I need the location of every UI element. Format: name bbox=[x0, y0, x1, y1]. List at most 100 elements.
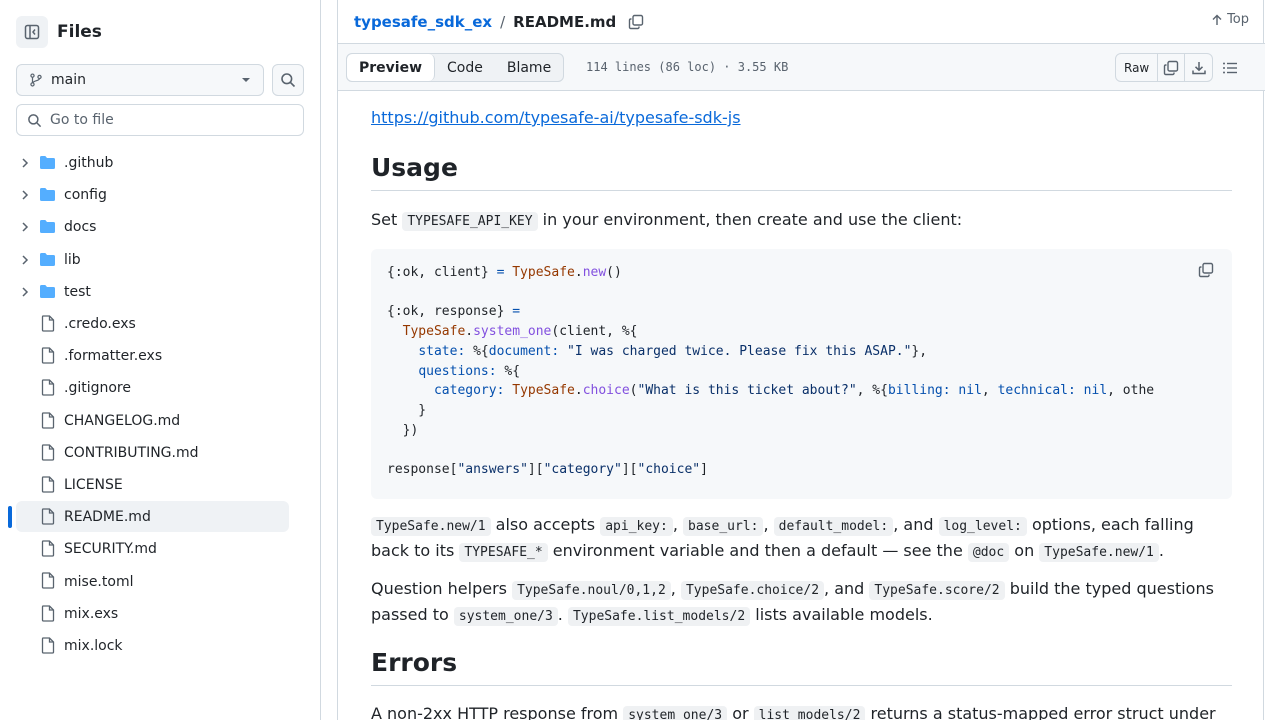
tree-folder[interactable]: test bbox=[0, 276, 320, 308]
inline-code: TYPESAFE_API_KEY bbox=[402, 212, 538, 231]
copy-code-button[interactable] bbox=[1198, 262, 1218, 282]
inline-code: system_one/3 bbox=[453, 607, 558, 626]
go-to-file-input[interactable]: Go to file bbox=[16, 104, 304, 136]
tab-blame[interactable]: Blame bbox=[495, 54, 563, 81]
breadcrumb-repo-link[interactable]: typesafe_sdk_ex bbox=[354, 13, 492, 31]
copy-raw-button[interactable] bbox=[1158, 54, 1186, 81]
file-icon bbox=[41, 508, 55, 529]
tree-folder[interactable]: config bbox=[0, 179, 320, 211]
inline-code: system_one/3 bbox=[623, 706, 728, 720]
tree-item-label: mise.toml bbox=[64, 573, 134, 590]
tree-file[interactable]: CHANGELOG.md bbox=[0, 405, 320, 437]
inline-code: log_level: bbox=[938, 517, 1027, 536]
text: lists available models. bbox=[750, 605, 933, 624]
view-tabs: Preview Code Blame bbox=[346, 53, 565, 82]
tree-file[interactable]: mix.exs bbox=[0, 598, 320, 630]
text: in your environment, then create and use… bbox=[537, 210, 963, 229]
chevron-right-icon[interactable] bbox=[19, 286, 31, 298]
file-icon bbox=[41, 315, 55, 336]
file-actions: Raw bbox=[1115, 53, 1214, 82]
breadcrumb-file: README.md bbox=[513, 12, 617, 31]
top-button[interactable]: Top bbox=[1211, 12, 1249, 27]
tree-item-label: .formatter.exs bbox=[64, 348, 163, 365]
raw-button[interactable]: Raw bbox=[1116, 54, 1159, 81]
text: returns a status-mapped error struct und… bbox=[865, 704, 1216, 720]
folder-icon bbox=[39, 187, 56, 206]
file-icon bbox=[41, 444, 55, 465]
code-block: {:ok, client} = TypeSafe.new() {:ok, res… bbox=[371, 249, 1232, 499]
tree-item-label: .gitignore bbox=[64, 380, 131, 397]
folder-icon bbox=[39, 252, 56, 271]
text: on bbox=[1009, 541, 1040, 560]
tree-file[interactable]: mise.toml bbox=[0, 565, 320, 597]
tree-file[interactable]: mix.lock bbox=[0, 630, 320, 662]
inline-code: list_models/2 bbox=[753, 706, 866, 720]
breadcrumb: typesafe_sdk_ex / README.md Top bbox=[338, 0, 1265, 44]
branch-name: main bbox=[51, 72, 86, 88]
inline-code: default_model: bbox=[773, 517, 894, 536]
tree-file[interactable]: .gitignore bbox=[0, 372, 320, 404]
sidebar-title: Files bbox=[57, 22, 102, 42]
folder-icon bbox=[39, 219, 56, 238]
collapse-sidebar-button[interactable] bbox=[16, 16, 48, 48]
chevron-right-icon[interactable] bbox=[19, 254, 31, 266]
tree-file[interactable]: README.md bbox=[0, 501, 320, 533]
search-icon bbox=[281, 73, 296, 88]
tree-item-label: docs bbox=[64, 219, 97, 236]
errors-paragraph: A non-2xx HTTP response from system_one/… bbox=[371, 702, 1232, 720]
tab-code[interactable]: Code bbox=[435, 54, 495, 81]
file-icon bbox=[41, 379, 55, 400]
tree-file[interactable]: SECURITY.md bbox=[0, 533, 320, 565]
inline-code: @doc bbox=[967, 543, 1010, 562]
file-icon bbox=[41, 637, 55, 658]
chevron-right-icon[interactable] bbox=[19, 189, 31, 201]
file-tree-sidebar: Files main Go to file .github config doc… bbox=[0, 0, 321, 720]
folder-icon bbox=[39, 284, 56, 303]
top-label: Top bbox=[1227, 12, 1249, 27]
copy-path-button[interactable] bbox=[628, 14, 644, 30]
chevron-right-icon[interactable] bbox=[19, 221, 31, 233]
file-icon bbox=[41, 476, 55, 497]
tree-item-label: SECURITY.md bbox=[64, 541, 157, 558]
download-button[interactable] bbox=[1185, 54, 1212, 81]
file-icon bbox=[41, 540, 55, 561]
tree-item-label: .credo.exs bbox=[64, 316, 136, 333]
arrow-up-icon bbox=[1212, 14, 1222, 25]
folder-icon bbox=[39, 155, 56, 174]
usage-intro: Set TYPESAFE_API_KEY in your environment… bbox=[371, 208, 1232, 234]
text: , bbox=[672, 515, 684, 534]
branch-selector[interactable]: main bbox=[16, 64, 264, 96]
text: . bbox=[1158, 541, 1164, 560]
file-info: 114 lines (86 loc) · 3.55 KB bbox=[586, 60, 789, 74]
tree-file[interactable]: CONTRIBUTING.md bbox=[0, 437, 320, 469]
tree-item-label: mix.exs bbox=[64, 605, 119, 622]
text: , bbox=[670, 579, 681, 598]
sidebar-header: Files bbox=[16, 16, 102, 48]
repo-link[interactable]: https://github.com/typesafe-ai/typesafe-… bbox=[371, 108, 741, 127]
tree-item-label: lib bbox=[64, 251, 81, 268]
text: A non-2xx HTTP response from bbox=[371, 704, 624, 720]
file-icon bbox=[41, 604, 55, 626]
tree-file[interactable]: .credo.exs bbox=[0, 308, 320, 340]
git-branch-icon bbox=[30, 73, 42, 87]
outline-button[interactable] bbox=[1222, 60, 1238, 80]
tree-item-label: mix.lock bbox=[64, 637, 123, 654]
tab-preview[interactable]: Preview bbox=[347, 54, 436, 81]
text: , and bbox=[824, 579, 870, 598]
tree-file[interactable]: .formatter.exs bbox=[0, 340, 320, 372]
file-viewer: typesafe_sdk_ex / README.md Top Preview … bbox=[337, 0, 1265, 720]
chevron-right-icon[interactable] bbox=[19, 157, 31, 169]
inline-code: TypeSafe.noul/0,1,2 bbox=[512, 581, 671, 600]
file-toolbar: Preview Code Blame 114 lines (86 loc) · … bbox=[338, 44, 1265, 91]
tree-folder[interactable]: .github bbox=[0, 147, 320, 179]
errors-heading: Errors bbox=[371, 648, 1232, 686]
tree-folder[interactable]: lib bbox=[0, 244, 320, 276]
file-tree: .github config docs lib test .credo.exs .forma… bbox=[0, 147, 320, 662]
inline-code: TYPESAFE_* bbox=[459, 543, 548, 562]
caret-down-icon bbox=[242, 78, 250, 82]
text: also accepts bbox=[490, 515, 601, 534]
tree-file[interactable]: LICENSE bbox=[0, 469, 320, 501]
tree-folder[interactable]: docs bbox=[0, 211, 320, 243]
search-files-button[interactable] bbox=[272, 64, 304, 96]
text: , bbox=[763, 515, 774, 534]
